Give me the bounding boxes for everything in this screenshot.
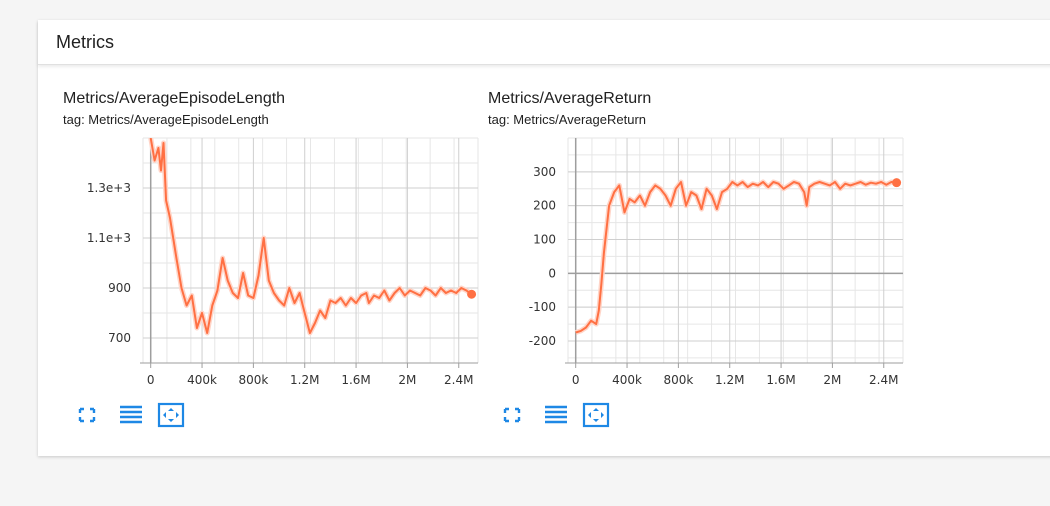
last-point-marker	[892, 178, 902, 188]
line-chart[interactable]: 0 400k 800k 1.2M 1.6M 2M 2.4M -200 -100 0 100 200 30…	[488, 137, 918, 388]
x-tick-label: 2M	[398, 373, 416, 387]
fit-domain-icon[interactable]	[582, 402, 610, 428]
series-line	[575, 181, 897, 334]
x-tick-label: 1.6M	[766, 373, 795, 387]
x-tick-label: 0	[147, 373, 155, 387]
metrics-card: Metrics Metrics/AverageEpisodeLength tag…	[38, 20, 1050, 456]
data-table-icon[interactable]	[542, 402, 570, 428]
y-tick-label: 1.3e+3	[87, 181, 131, 195]
fullscreen-icon[interactable]	[498, 402, 526, 428]
y-tick-label: 700	[108, 331, 131, 345]
chart-tag: tag: Metrics/AverageEpisodeLength	[63, 112, 269, 127]
y-tick-label: -200	[529, 334, 556, 348]
y-tick-label: 200	[533, 199, 556, 213]
x-tick-label: 2M	[823, 373, 841, 387]
x-tick-label: 800k	[663, 373, 693, 387]
x-tick-label: 1.6M	[341, 373, 370, 387]
series-line-raw	[148, 138, 474, 336]
x-tick-label: 0	[572, 373, 580, 387]
card-header[interactable]: Metrics	[38, 20, 1050, 65]
fit-domain-icon[interactable]	[157, 402, 185, 428]
y-tick-label: 1.1e+3	[87, 231, 131, 245]
last-point-marker	[467, 289, 477, 299]
fullscreen-icon[interactable]	[73, 402, 101, 428]
x-tick-label: 2.4M	[444, 373, 473, 387]
x-tick-label: 400k	[612, 373, 642, 387]
chart-title: Metrics/AverageEpisodeLength	[63, 90, 286, 107]
y-tick-label: 0	[548, 266, 556, 280]
x-tick-label: 1.2M	[290, 373, 319, 387]
chart-tag: tag: Metrics/AverageReturn	[488, 112, 646, 127]
x-tick-label: 400k	[187, 373, 217, 387]
y-tick-label: 900	[108, 281, 131, 295]
y-tick-label: 300	[533, 165, 556, 179]
section-title: Metrics	[56, 32, 114, 52]
series-line	[149, 138, 473, 334]
chart-title: Metrics/AverageReturn	[488, 90, 652, 107]
x-tick-label: 800k	[238, 373, 268, 387]
chart-panel-episode-length: Metrics/AverageEpisodeLength tag: Metric…	[63, 90, 493, 450]
y-tick-label: -100	[529, 300, 556, 314]
line-chart[interactable]: 0 400k 800k 1.2M 1.6M 2M 2.4M 700 900 1.1e+3 1.3e+…	[63, 137, 493, 388]
data-table-icon[interactable]	[117, 402, 145, 428]
x-tick-label: 2.4M	[869, 373, 898, 387]
chart-panel-average-return: Metrics/AverageReturn tag: Metrics/Avera…	[488, 90, 918, 450]
y-tick-label: 100	[533, 233, 556, 247]
x-tick-label: 1.2M	[715, 373, 744, 387]
